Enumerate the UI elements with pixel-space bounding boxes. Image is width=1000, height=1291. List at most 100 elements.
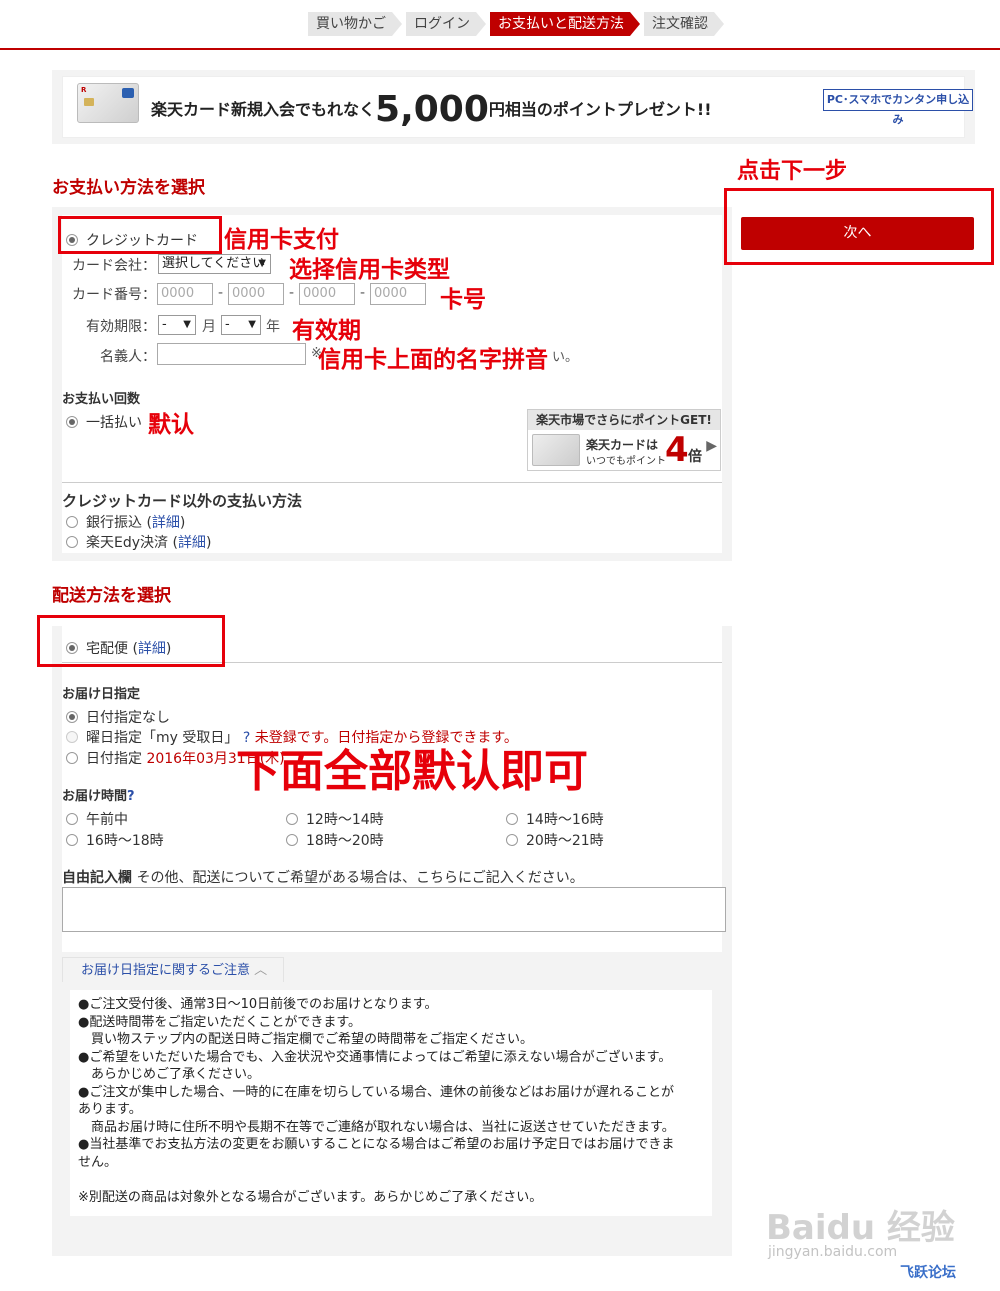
time-label: 16時～18時	[86, 833, 164, 849]
expiry-month-select[interactable]: - ▼	[158, 315, 196, 335]
count-option[interactable]: 一括払い	[66, 412, 142, 432]
step-login: ログイン	[406, 12, 486, 36]
year-unit: 年	[266, 319, 280, 335]
time-option[interactable]: 午前中	[66, 809, 128, 829]
banner-text: 楽天カード新規入会でもれなく5,000円相当のポイントプレゼント!!	[151, 89, 712, 130]
time-label: 14時～16時	[526, 812, 604, 828]
payment-title: お支払い方法を選択	[52, 178, 205, 198]
annotation-default: 默认	[148, 412, 194, 438]
time-option[interactable]: 16時～18時	[66, 830, 164, 850]
notice-content: ●ご注文受付後、通常3日～10日前後でのお届けとなります。 ●配送時間帯をご指定…	[70, 990, 712, 1216]
promo-line2: いつでもポイント	[586, 456, 666, 467]
date-weekday-label: 曜日指定「my 受取日」	[86, 730, 239, 746]
time-radio[interactable]	[506, 834, 518, 846]
date-date-radio[interactable]	[66, 752, 78, 764]
company-label: カード会社：	[72, 258, 156, 274]
time-option[interactable]: 20時～21時	[506, 830, 604, 850]
notice-line: あります。	[78, 1102, 142, 1117]
time-option[interactable]: 12時～14時	[286, 809, 384, 829]
annotation-credit: 信用卡支付	[224, 227, 339, 253]
forum-watermark: 飞跃论坛	[900, 1265, 956, 1281]
baidu-watermark-url: jingyan.baidu.com	[768, 1244, 898, 1260]
step-cart: 買い物かご	[308, 12, 402, 36]
time-radio[interactable]	[506, 813, 518, 825]
chevron-down-icon: ▼	[248, 319, 256, 330]
bank-radio[interactable]	[66, 516, 78, 528]
step-confirm: 注文確認	[644, 12, 724, 36]
card-company-select[interactable]: 選択してください ▼	[158, 254, 271, 274]
time-title-text: お届け時間	[62, 789, 128, 804]
card-number-3[interactable]: 0000	[299, 283, 355, 305]
time-label: 18時～20時	[306, 833, 384, 849]
holder-note-b: い。	[552, 350, 579, 365]
help-icon[interactable]: ?	[127, 789, 135, 804]
notice-tab-label: お届け日指定に関するご注意	[81, 963, 251, 978]
dash: -	[218, 285, 224, 301]
free-desc: その他、配送についてご希望がある場合は、こちらにご記入ください。	[136, 870, 584, 886]
edy-option[interactable]: 楽天Edy決済 (詳細)	[66, 532, 211, 552]
card-number-2[interactable]: 0000	[228, 283, 284, 305]
card-number-1[interactable]: 0000	[157, 283, 213, 305]
card-holder-input[interactable]	[157, 343, 306, 365]
free-entry-textarea[interactable]	[62, 887, 726, 932]
date-option-none[interactable]: 日付指定なし	[66, 707, 170, 727]
chevron-up-icon: ︿	[254, 963, 268, 978]
edy-detail-link[interactable]: 詳細	[178, 535, 206, 551]
notice-line: 商品お届け時に住所不明や長期不在等でご連絡が取れない場合は、当社に返送させていた…	[78, 1119, 675, 1135]
time-option[interactable]: 18時～20時	[286, 830, 384, 850]
annotation-all-default: 下面全部默认即可	[236, 746, 588, 797]
paren: )	[179, 515, 186, 531]
chevron-down-icon: ▼	[258, 258, 266, 269]
bank-detail-link[interactable]: 詳細	[152, 515, 180, 531]
promo-banner-inner: R 楽天カード新規入会でもれなく5,000円相当のポイントプレゼント!! PC･…	[62, 76, 973, 138]
annotation-box-credit	[58, 216, 222, 254]
notice-line: ●ご希望をいただいた場合でも、入金状況や交通事情によってはご希望に添えない場合が…	[78, 1049, 672, 1065]
time-label: 午前中	[86, 812, 128, 828]
time-radio[interactable]	[286, 813, 298, 825]
paren: )	[205, 535, 212, 551]
promo-number: 4	[665, 430, 689, 470]
notice-line: ※別配送の商品は対象外となる場合がございます。あらかじめご了承ください。	[78, 1189, 543, 1205]
header-divider	[0, 48, 1000, 50]
notice-tab[interactable]: お届け日指定に関するご注意 ︿	[62, 957, 284, 983]
promo-banner[interactable]: R 楽天カード新規入会でもれなく5,000円相当のポイントプレゼント!! PC･…	[52, 70, 975, 144]
chevron-down-icon: ▼	[183, 319, 191, 330]
card-chip-icon	[84, 98, 94, 106]
dash: -	[289, 285, 295, 301]
count-radio[interactable]	[66, 416, 78, 428]
free-title: 自由記入欄	[62, 870, 132, 886]
banner-pre: 楽天カード新規入会でもれなく	[151, 100, 376, 119]
dash: -	[360, 285, 366, 301]
notice-line: ●当社基準でお支払方法の変更をお願いすることになる場合はご希望のお届け予定日では…	[78, 1137, 675, 1152]
annotation-card-number: 卡号	[440, 287, 486, 313]
annotation-box-next	[724, 188, 994, 265]
edy-radio[interactable]	[66, 536, 78, 548]
notice-line: せん。	[78, 1154, 118, 1170]
date-none-label: 日付指定なし	[86, 710, 170, 726]
date-weekday-radio[interactable]	[66, 731, 78, 743]
card-number-4[interactable]: 0000	[370, 283, 426, 305]
expiry-year-value: -	[225, 317, 230, 332]
time-radio[interactable]	[286, 834, 298, 846]
banner-amount: 5,000	[375, 89, 489, 130]
expiry-year-select[interactable]: - ▼	[221, 315, 261, 335]
time-label: 20時～21時	[526, 833, 604, 849]
notice-line: ●ご注文受付後、通常3日～10日前後でのお届けとなります。	[78, 997, 438, 1012]
annotation-box-delivery	[37, 615, 225, 667]
bank-transfer-option[interactable]: 銀行振込 (詳細)	[66, 512, 185, 532]
time-radio[interactable]	[66, 834, 78, 846]
free-entry-heading: 自由記入欄 その他、配送についてご希望がある場合は、こちらにご記入ください。	[62, 867, 584, 887]
expiry-month-value: -	[162, 317, 167, 332]
edy-icon	[122, 88, 134, 98]
time-option[interactable]: 14時～16時	[506, 809, 604, 829]
apply-button[interactable]: PC･スマホでカンタン申し込み	[823, 89, 973, 126]
annotation-card-type: 选择信用卡类型	[289, 257, 450, 283]
shipping-title: 配送方法を選択	[52, 586, 171, 606]
promo-box[interactable]: 楽天市場でさらにポイントGET! 楽天カードは いつでもポイント 4 倍 ▶	[527, 409, 721, 471]
card-company-value: 選択してください	[162, 256, 266, 271]
banner-post: 円相当のポイントプレゼント!!	[488, 100, 712, 119]
notice-line	[78, 1171, 704, 1189]
promo-card-image	[532, 434, 580, 466]
date-none-radio[interactable]	[66, 711, 78, 723]
time-radio[interactable]	[66, 813, 78, 825]
